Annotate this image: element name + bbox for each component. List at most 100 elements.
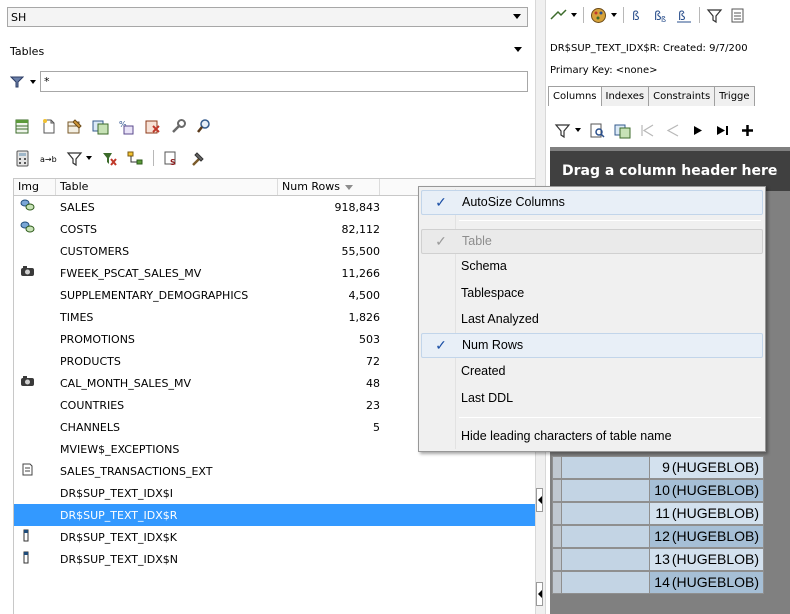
column-header-table[interactable]: Table <box>56 179 278 195</box>
data-type-value: (HUGEBLOB) <box>671 482 759 498</box>
copy-table-icon[interactable] <box>92 118 109 135</box>
filter-icon[interactable] <box>554 122 571 139</box>
compare-icon[interactable]: % <box>118 118 135 135</box>
next-record-icon[interactable] <box>689 122 706 139</box>
column-row[interactable]: 10 (HUGEBLOB) <box>552 479 790 502</box>
menu-item-table: ✓ Table <box>421 229 763 254</box>
column-row[interactable]: 11 (HUGEBLOB) <box>552 502 790 525</box>
menu-item-label: Schema <box>461 259 507 273</box>
chevron-down-icon[interactable] <box>611 13 617 17</box>
filter-input[interactable]: * <box>40 71 528 92</box>
toolbar-separator <box>583 7 584 23</box>
column-name-cell <box>562 571 650 594</box>
add-record-icon[interactable] <box>739 122 756 139</box>
chevron-down-icon[interactable] <box>513 14 521 19</box>
clear-filter-icon[interactable] <box>101 150 118 167</box>
menu-separator <box>459 220 761 221</box>
table-row[interactable]: DR$SUP_TEXT_IDX$K <box>14 526 535 548</box>
data-type-value: (HUGEBLOB) <box>671 528 759 544</box>
column-name-cell <box>562 502 650 525</box>
tab-indexes[interactable]: Indexes <box>600 86 650 106</box>
navigate-icon[interactable] <box>550 7 567 24</box>
filter-icon[interactable] <box>66 150 83 167</box>
schema-combo[interactable]: SH <box>7 7 528 27</box>
column-header-num-rows[interactable]: Num Rows <box>278 179 380 195</box>
collapse-left-icon[interactable] <box>536 488 543 512</box>
new-document-icon[interactable] <box>40 118 57 135</box>
edit-table-icon[interactable] <box>66 118 83 135</box>
palette-icon[interactable] <box>590 7 607 24</box>
filter-icon[interactable] <box>10 75 24 89</box>
column-header-img[interactable]: Img <box>14 179 56 195</box>
menu-item-created[interactable]: Created <box>421 360 763 385</box>
flow-icon[interactable] <box>127 150 144 167</box>
row-indicator[interactable] <box>552 525 562 548</box>
row-icon-cell <box>14 463 56 479</box>
row-indicator[interactable] <box>552 502 562 525</box>
chevron-down-icon[interactable] <box>571 13 577 17</box>
group-by-drag-area[interactable]: Drag a column header here <box>550 151 790 191</box>
table-row[interactable]: DR$SUP_TEXT_IDX$R <box>14 504 535 526</box>
script-copy-icon[interactable]: ß <box>676 7 693 24</box>
preview-icon[interactable] <box>589 122 606 139</box>
column-row[interactable]: 12 (HUGEBLOB) <box>552 525 790 548</box>
hammer-icon[interactable] <box>189 150 206 167</box>
menu-item-label: Created <box>461 364 506 378</box>
replace-text-icon[interactable]: a→b <box>40 150 57 167</box>
column-row[interactable]: 9 (HUGEBLOB) <box>552 456 790 479</box>
tab-constraints[interactable]: Constraints <box>648 86 716 106</box>
table-row[interactable]: DR$SUP_TEXT_IDX$I <box>14 482 535 504</box>
calculator-icon[interactable] <box>14 150 31 167</box>
script-all-icon[interactable]: ßß <box>653 7 670 24</box>
chevron-down-icon[interactable] <box>30 79 36 84</box>
filter-icon[interactable] <box>706 7 723 24</box>
script-icon[interactable]: ß <box>630 7 647 24</box>
tab-triggers[interactable]: Trigge <box>714 86 755 106</box>
row-indicator[interactable] <box>552 479 562 502</box>
row-indicator[interactable] <box>552 456 562 479</box>
refresh-table-icon[interactable] <box>14 118 31 135</box>
menu-item-autosize-columns[interactable]: ✓ AutoSize Columns <box>421 190 763 215</box>
column-row[interactable]: 14 (HUGEBLOB) <box>552 571 790 594</box>
materialized-view-icon <box>20 265 35 281</box>
copy-table-icon[interactable] <box>614 122 631 139</box>
table-name-cell: DR$SUP_TEXT_IDX$I <box>60 486 174 500</box>
prior-record-icon[interactable] <box>664 122 681 139</box>
menu-item-last-analyzed[interactable]: Last Analyzed <box>421 308 763 333</box>
collapse-left-icon[interactable] <box>536 582 543 606</box>
row-icon-cell <box>14 375 56 391</box>
chevron-down-icon[interactable] <box>514 47 522 52</box>
table-row[interactable]: SALES_TRANSACTIONS_EXT <box>14 460 535 482</box>
menu-item-tablespace[interactable]: Tablespace <box>421 282 763 307</box>
wrench-icon[interactable] <box>170 118 187 135</box>
find-icon[interactable] <box>196 118 213 135</box>
table-link-icon <box>20 221 35 237</box>
external-table-icon <box>20 463 35 479</box>
table-name-cell: DR$SUP_TEXT_IDX$R <box>60 508 178 522</box>
chevron-down-icon[interactable] <box>575 128 581 132</box>
tab-columns[interactable]: Columns <box>548 86 602 106</box>
menu-item-label: Tablespace <box>461 286 525 300</box>
row-indicator[interactable] <box>552 571 562 594</box>
sql-script-icon[interactable]: S <box>163 150 180 167</box>
row-icon-cell <box>14 265 56 281</box>
last-record-icon[interactable] <box>714 122 731 139</box>
properties-icon[interactable] <box>729 7 746 24</box>
column-name-cell <box>562 479 650 502</box>
column-row[interactable]: 13 (HUGEBLOB) <box>552 548 790 571</box>
menu-item-hide-leading-characters-of-table-name[interactable]: Hide leading characters of table name <box>421 425 763 450</box>
menu-item-num-rows[interactable]: ✓ Num Rows <box>421 333 763 358</box>
chevron-down-icon[interactable] <box>86 156 92 160</box>
table-name-cell: COUNTRIES <box>60 398 125 412</box>
table-name-cell: SALES <box>60 200 95 214</box>
drop-table-icon[interactable] <box>144 118 161 135</box>
menu-item-schema[interactable]: Schema <box>421 255 763 280</box>
iot-icon <box>20 529 35 545</box>
row-number: 11 <box>655 505 670 521</box>
data-type-value: (HUGEBLOB) <box>671 459 759 475</box>
row-indicator[interactable] <box>552 548 562 571</box>
first-record-icon[interactable] <box>639 122 656 139</box>
table-row[interactable]: DR$SUP_TEXT_IDX$N <box>14 548 535 570</box>
object-type-combo[interactable]: Tables <box>7 41 528 61</box>
menu-item-last-ddl[interactable]: Last DDL <box>421 387 763 412</box>
